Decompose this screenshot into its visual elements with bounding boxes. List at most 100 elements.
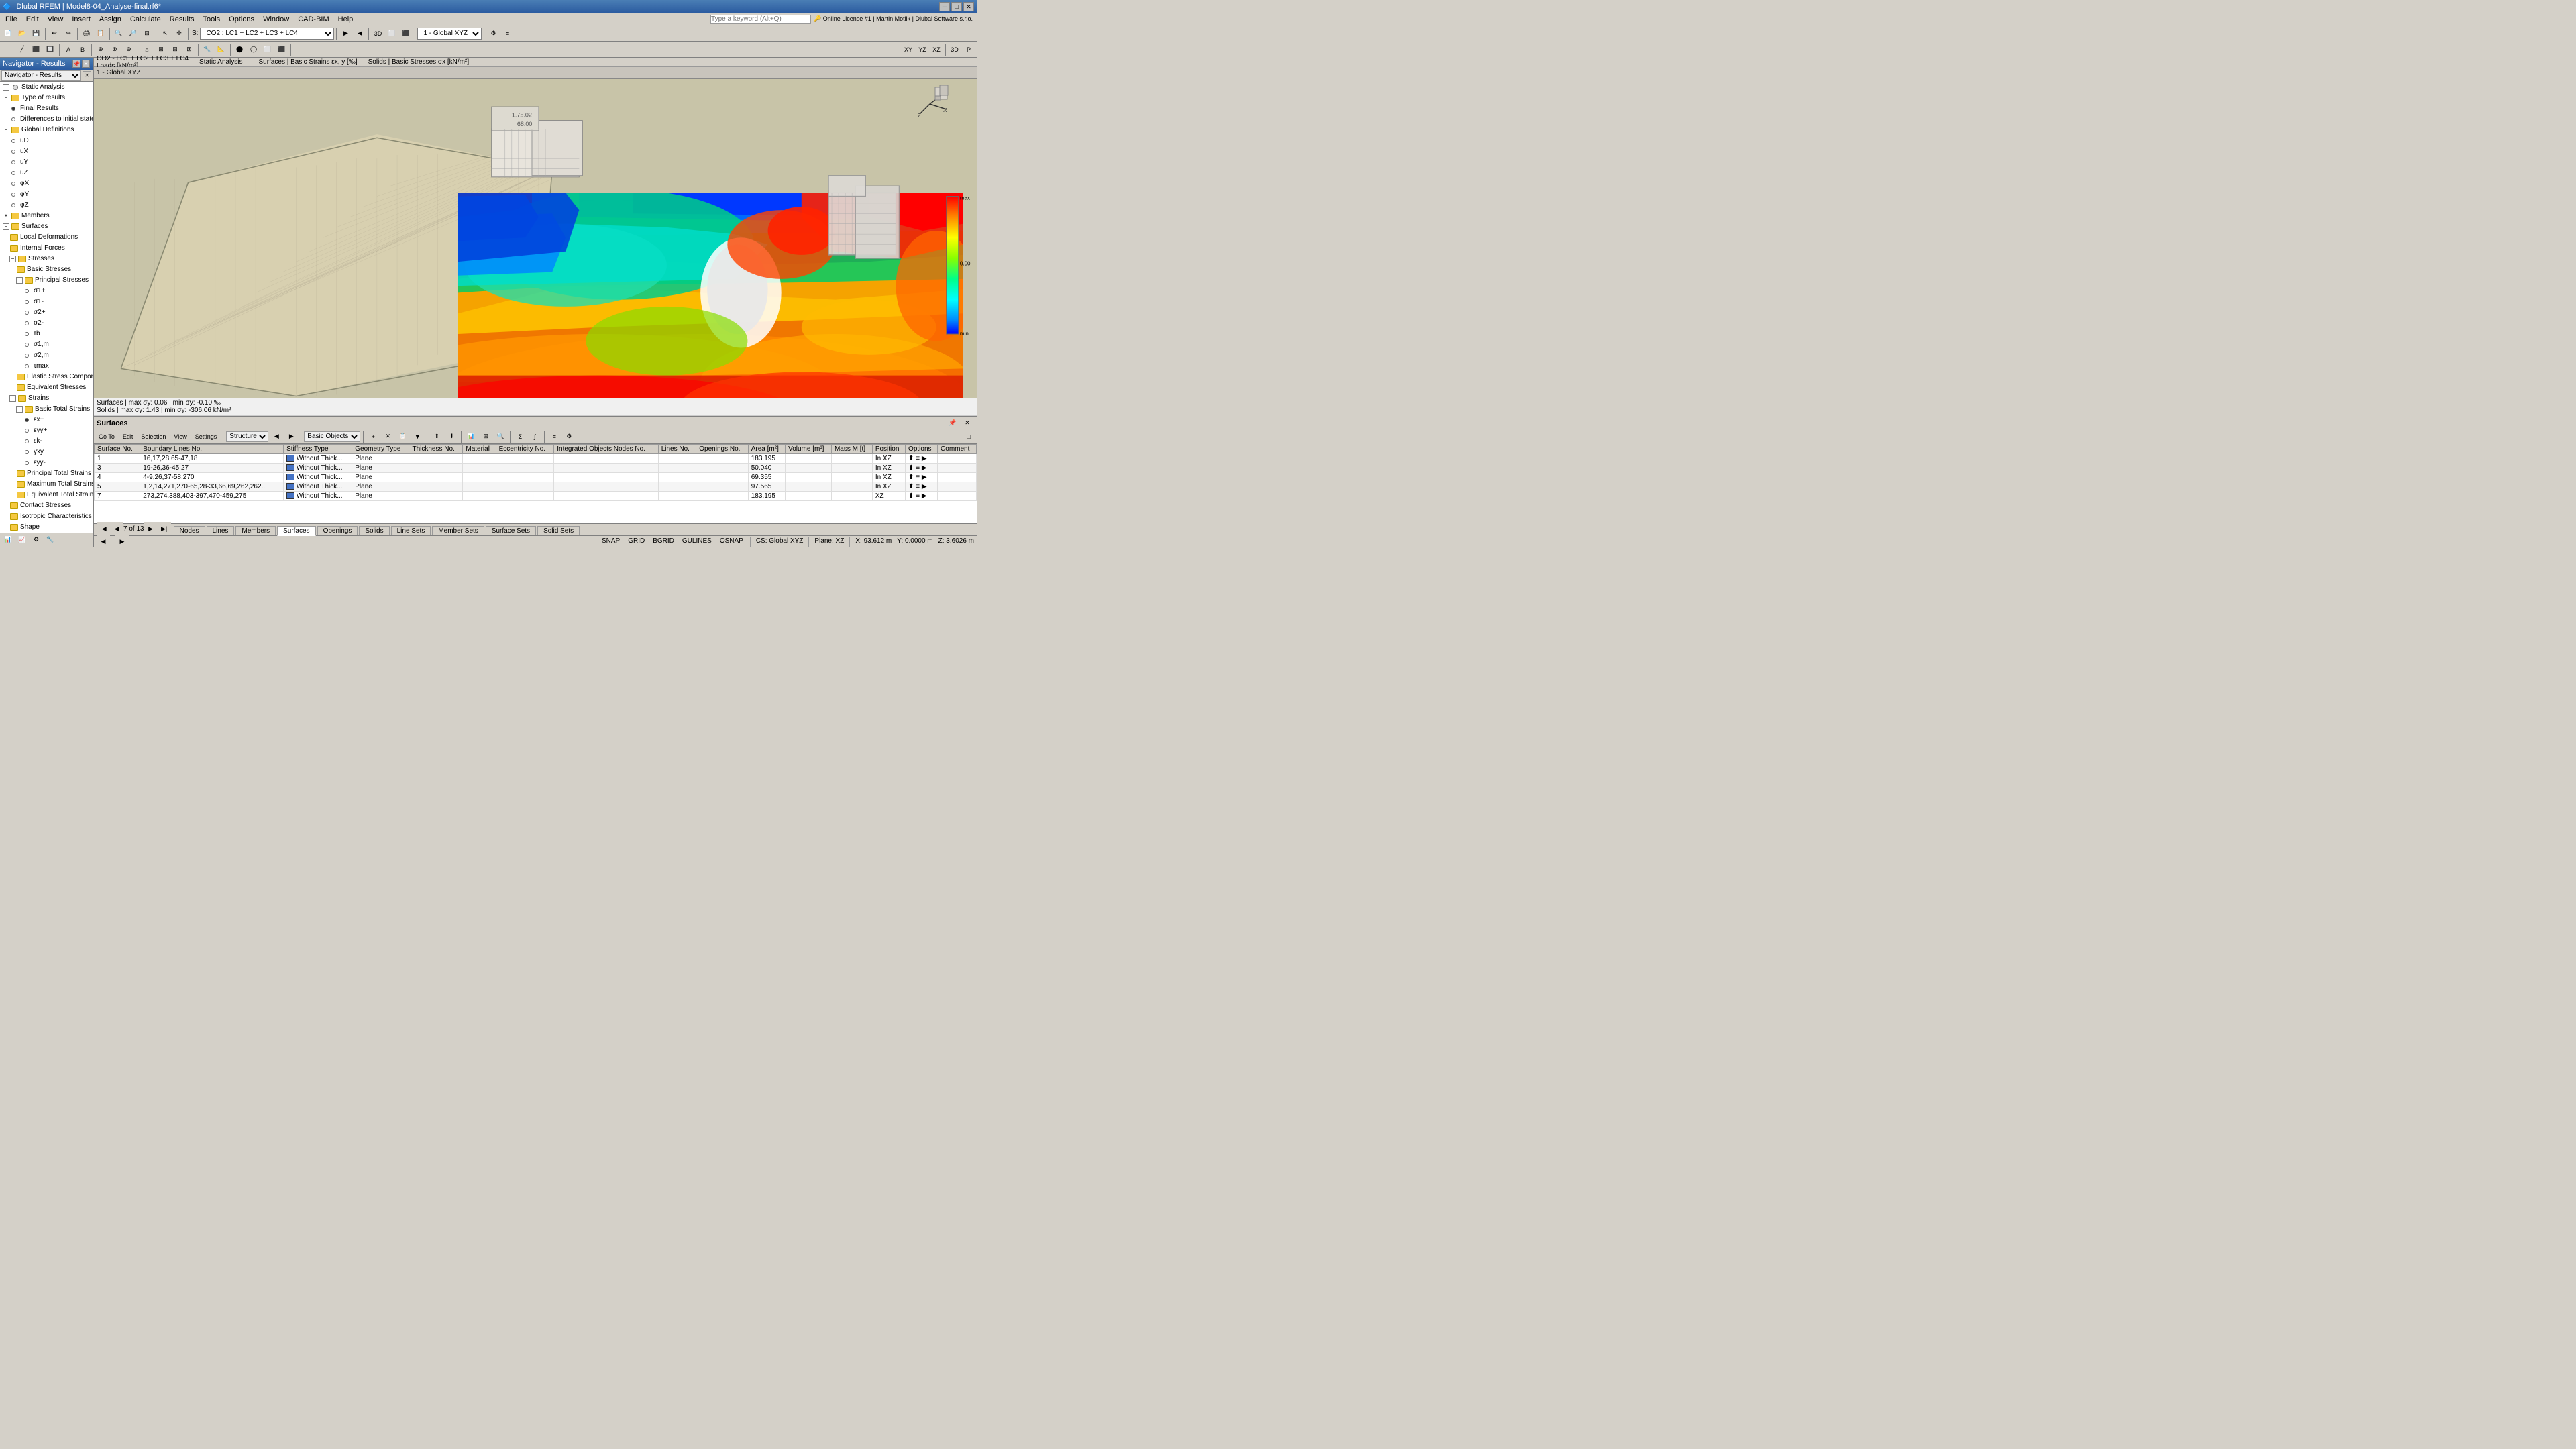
- status-osnap[interactable]: OSNAP: [718, 537, 745, 547]
- keyword-search-input[interactable]: [710, 15, 811, 24]
- tb2-f[interactable]: 🔧: [201, 43, 214, 56]
- tb2-snap2[interactable]: ⊞: [154, 43, 168, 56]
- tree-principal-total[interactable]: Principal Total Strains: [15, 468, 93, 479]
- tree-surfaces[interactable]: − Surfaces: [1, 221, 93, 232]
- tb-btn-b[interactable]: ◀: [353, 27, 366, 40]
- th-geometry[interactable]: Geometry Type: [352, 445, 409, 454]
- th-volume[interactable]: Volume [m³]: [786, 445, 832, 454]
- toggle-members[interactable]: +: [3, 213, 9, 219]
- tb-save[interactable]: 💾: [30, 27, 43, 40]
- tb2-snap3[interactable]: ⊟: [168, 43, 182, 56]
- tb-chart[interactable]: 📊: [464, 430, 478, 443]
- table-row[interactable]: 319-26,36-45,27 Without Thick...Plane50.…: [95, 464, 977, 473]
- tb-wire[interactable]: ⬜: [385, 27, 398, 40]
- tb-maximize-panel[interactable]: □: [962, 430, 975, 443]
- tree-internal-forces[interactable]: Internal Forces: [8, 243, 93, 254]
- panel-btn-3[interactable]: ⚙: [30, 533, 43, 547]
- tree-equiv-stress[interactable]: Equivalent Stresses: [15, 382, 93, 393]
- tree-basic-total-strains[interactable]: − Basic Total Strains: [15, 404, 93, 415]
- tb-open[interactable]: 📂: [15, 27, 29, 40]
- tb-more1[interactable]: ⚙: [486, 27, 500, 40]
- th-thickness[interactable]: Thickness No.: [409, 445, 463, 454]
- edit-btn[interactable]: Edit: [119, 430, 137, 443]
- tree-sigma2m[interactable]: σ2-: [21, 318, 93, 329]
- toggle-type[interactable]: −: [3, 95, 9, 101]
- toggle-strains[interactable]: −: [9, 395, 16, 402]
- tb-solid-view[interactable]: ⬛: [399, 27, 413, 40]
- tb2-a[interactable]: A: [62, 43, 75, 56]
- th-boundary[interactable]: Boundary Lines No.: [140, 445, 284, 454]
- tree-global-defs[interactable]: − Global Definitions: [1, 125, 93, 136]
- tb-3d[interactable]: 3D: [371, 27, 384, 40]
- tb-prev-obj[interactable]: ◀: [270, 430, 283, 443]
- tree-local-def[interactable]: Local Deformations: [8, 232, 93, 243]
- bottom-panel-close[interactable]: ✕: [961, 417, 974, 430]
- tb2-view1[interactable]: XY: [902, 43, 915, 56]
- tb2-view4[interactable]: 3D: [948, 43, 961, 56]
- tb2-k[interactable]: ⬛: [275, 43, 288, 56]
- tree-phiX[interactable]: φX: [8, 178, 93, 189]
- tree-eyy-plus[interactable]: εyy+: [21, 425, 93, 436]
- status-gulines[interactable]: GULINES: [681, 537, 713, 547]
- th-lines[interactable]: Lines No.: [658, 445, 696, 454]
- tree-sigma1-m[interactable]: σ1,m: [21, 339, 93, 350]
- tb2-snap4[interactable]: ⊠: [182, 43, 196, 56]
- toggle-static[interactable]: −: [3, 84, 9, 91]
- tree-static-analysis[interactable]: − Static Analysis: [1, 82, 93, 93]
- tab-surface-sets[interactable]: Surface Sets: [486, 526, 536, 535]
- tb-btn-a[interactable]: ▶: [339, 27, 352, 40]
- tree-uD[interactable]: uD: [8, 136, 93, 146]
- panel-close-icon[interactable]: ✕: [82, 60, 90, 68]
- tab-surfaces[interactable]: Surfaces: [277, 526, 315, 536]
- tree-phiY[interactable]: φY: [8, 189, 93, 200]
- table-row[interactable]: 44-9,26,37-58,270 Without Thick...Plane6…: [95, 473, 977, 482]
- tb-add[interactable]: +: [366, 430, 380, 443]
- navigator-dropdown[interactable]: Navigator - Results: [1, 70, 81, 81]
- minimize-button[interactable]: ─: [939, 2, 950, 11]
- tb2-g[interactable]: 📐: [215, 43, 228, 56]
- tab-member-sets[interactable]: Member Sets: [432, 526, 484, 535]
- tb-table[interactable]: ⊞: [479, 430, 492, 443]
- structure-dropdown[interactable]: Structure: [226, 431, 268, 442]
- status-prev[interactable]: ◀: [97, 535, 110, 549]
- toggle-principal[interactable]: −: [16, 277, 23, 284]
- th-mass[interactable]: Mass M [t]: [831, 445, 872, 454]
- toggle-surfaces[interactable]: −: [3, 223, 9, 230]
- tree-sigma2p[interactable]: σ2+: [21, 307, 93, 318]
- menu-tools[interactable]: Tools: [199, 15, 224, 24]
- table-row[interactable]: 116,17,28,65-47,18 Without Thick...Plane…: [95, 454, 977, 464]
- menu-help[interactable]: Help: [334, 15, 358, 24]
- tb2-line[interactable]: ╱: [15, 43, 29, 56]
- menu-edit[interactable]: Edit: [22, 15, 43, 24]
- tb-search[interactable]: 🔍: [494, 430, 507, 443]
- basic-objects-dropdown[interactable]: Basic Objects: [304, 431, 360, 442]
- tb-delete[interactable]: ✕: [381, 430, 394, 443]
- th-nodes[interactable]: Integrated Objects Nodes No.: [554, 445, 658, 454]
- tb-print2[interactable]: 📋: [94, 27, 107, 40]
- tb2-e[interactable]: ⊖: [122, 43, 136, 56]
- tb2-persp[interactable]: P: [962, 43, 975, 56]
- tree-contact-stress[interactable]: Contact Stresses: [8, 500, 93, 511]
- th-openings[interactable]: Openings No.: [696, 445, 748, 454]
- status-next[interactable]: ▶: [115, 535, 129, 549]
- tb-print[interactable]: 🖨: [80, 27, 93, 40]
- tree-elastic-stress[interactable]: Elastic Stress Components: [15, 372, 93, 382]
- toggle-global[interactable]: −: [3, 127, 9, 133]
- tb-more3[interactable]: ≡: [547, 430, 561, 443]
- maximize-button[interactable]: □: [951, 2, 962, 11]
- panel-btn-2[interactable]: 📈: [15, 533, 29, 547]
- tb-more2[interactable]: ≡: [500, 27, 514, 40]
- tree-stresses[interactable]: − Stresses: [8, 254, 93, 264]
- tb-redo[interactable]: ↪: [62, 27, 75, 40]
- tb2-view2[interactable]: YZ: [916, 43, 929, 56]
- tree-eyy-minus[interactable]: εyy-: [21, 458, 93, 468]
- pg-prev[interactable]: ◀: [110, 522, 123, 535]
- panel-btn-4[interactable]: 🔧: [44, 533, 57, 547]
- tb2-solid[interactable]: 🔲: [44, 43, 57, 56]
- tree-sigma1p[interactable]: σ1+: [21, 286, 93, 297]
- tree-sigma2-m[interactable]: σ2,m: [21, 350, 93, 361]
- tb-copy[interactable]: 📋: [396, 430, 409, 443]
- tb2-surface[interactable]: ⬛: [30, 43, 43, 56]
- tree-strains[interactable]: − Strains: [8, 393, 93, 404]
- settings-btn[interactable]: Settings: [192, 430, 221, 443]
